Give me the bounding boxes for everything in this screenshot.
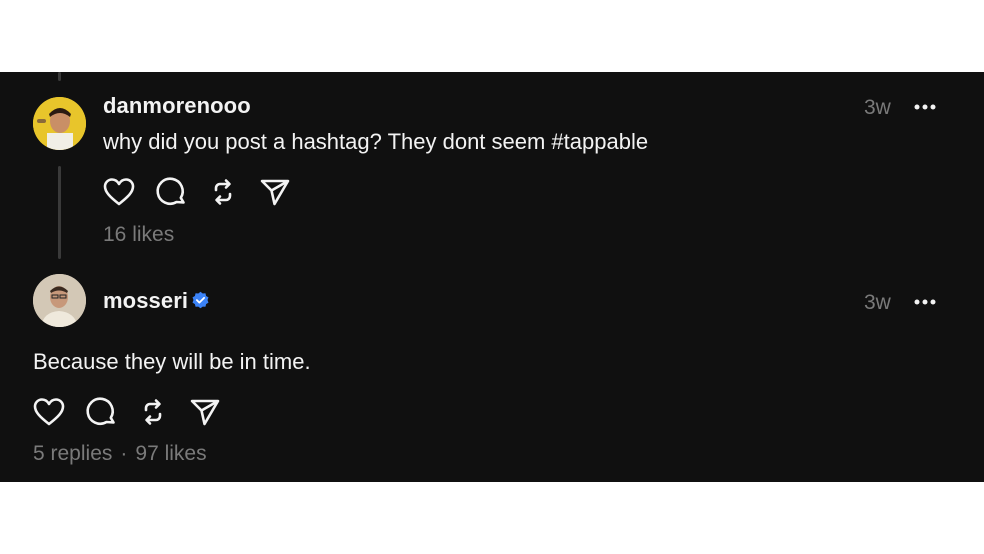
post-text: Because they will be in time. [33, 349, 311, 374]
more-icon[interactable] [913, 103, 937, 111]
post-actions [33, 396, 221, 428]
post-username[interactable]: mosseri [103, 288, 188, 314]
comment-like-count[interactable]: 16 likes [103, 223, 174, 247]
post-timestamp: 3w [864, 291, 891, 314]
more-icon[interactable] [913, 298, 937, 306]
comment-icon[interactable] [155, 176, 187, 208]
thread-connector-line [58, 166, 61, 259]
heart-icon[interactable] [33, 396, 65, 428]
comment-timestamp: 3w [864, 96, 891, 119]
repost-icon[interactable] [207, 176, 239, 208]
send-icon[interactable] [189, 396, 221, 428]
comment-icon[interactable] [85, 396, 117, 428]
avatar-danmorenooo[interactable] [33, 97, 86, 150]
thread-connector-line [58, 72, 61, 81]
stats-separator: · [120, 442, 128, 465]
send-icon[interactable] [259, 176, 291, 208]
avatar-mosseri[interactable] [33, 274, 86, 327]
heart-icon[interactable] [103, 176, 135, 208]
comment-username[interactable]: danmorenooo [103, 93, 251, 119]
like-count[interactable]: 97 likes [135, 442, 206, 465]
comment-actions [103, 176, 291, 208]
verified-badge-icon [192, 291, 209, 309]
post-stats: 5 replies · 97 likes [33, 442, 207, 466]
thread-panel: danmorenooo 3w why did you post a hashta… [0, 72, 984, 482]
repost-icon[interactable] [137, 396, 169, 428]
comment-text: why did you post a hashtag? They dont se… [103, 129, 649, 154]
reply-count[interactable]: 5 replies [33, 442, 112, 465]
